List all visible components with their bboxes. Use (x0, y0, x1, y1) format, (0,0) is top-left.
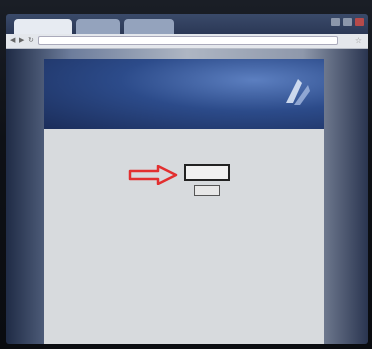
close-button[interactable] (355, 18, 364, 26)
submit-button[interactable] (194, 185, 220, 196)
star-icon[interactable]: ☆ (355, 36, 362, 45)
address-bar[interactable] (38, 36, 338, 45)
browser-tab-bar (6, 14, 368, 34)
browser-toolbar: ◀ ▶ ↻ ☆ (6, 34, 368, 49)
back-arrow-icon[interactable]: ◀ (10, 37, 17, 44)
minimize-button[interactable] (331, 18, 340, 26)
maximize-button[interactable] (343, 18, 352, 26)
browser-tab-1[interactable] (14, 19, 72, 34)
browser-tab-3[interactable] (124, 19, 174, 34)
browser-tab-2[interactable] (76, 19, 120, 34)
forward-arrow-icon[interactable]: ▶ (19, 37, 26, 44)
code-input[interactable] (184, 164, 230, 181)
reload-icon[interactable]: ↻ (28, 37, 35, 44)
monitor-screen: ◀ ▶ ↻ ☆ (6, 14, 368, 344)
page-viewport (6, 49, 368, 344)
red-arrow-annotation (128, 165, 178, 185)
site-banner (44, 59, 324, 129)
photo-frame: ◀ ▶ ↻ ☆ (0, 0, 372, 349)
login-page (44, 59, 324, 344)
site-logo (286, 79, 310, 105)
window-controls (331, 18, 364, 26)
